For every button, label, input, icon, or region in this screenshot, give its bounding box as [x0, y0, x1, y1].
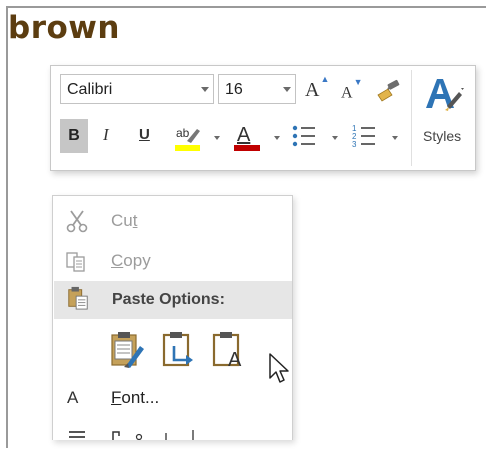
bold-button[interactable]: B	[60, 119, 88, 153]
menu-item-copy[interactable]: Copy	[53, 242, 292, 278]
font-name-value: Calibri	[67, 81, 113, 98]
context-menu: Cut Copy Paste Options: A A Font...	[52, 195, 293, 440]
svg-text:3: 3	[352, 140, 357, 149]
underline-button[interactable]: U	[139, 126, 150, 143]
styles-icon	[426, 79, 464, 111]
font-name-dropdown-icon[interactable]	[201, 87, 209, 92]
bullets-icon[interactable]	[291, 123, 317, 149]
scissors-icon	[66, 210, 88, 233]
styles-separator	[411, 70, 412, 166]
styles-label: Styles	[423, 128, 462, 144]
paragraph-label-partial	[112, 430, 194, 440]
grow-font-button[interactable]: A▲	[305, 74, 329, 102]
numbering-icon[interactable]: 1 2 3	[351, 123, 377, 149]
font-icon: A	[67, 388, 79, 407]
numbering-dropdown-icon[interactable]	[392, 136, 398, 140]
menu-item-label: Font...	[111, 388, 160, 407]
copy-icon	[66, 252, 85, 272]
menu-item-label: Copy	[111, 251, 151, 270]
menu-item-label: Cut	[111, 211, 138, 230]
svg-text:A: A	[237, 124, 251, 146]
highlight-dropdown-icon[interactable]	[214, 136, 220, 140]
svg-text:ab: ab	[176, 126, 190, 140]
paste-options-label: Paste Options:	[112, 291, 225, 308]
grow-font-icon: A	[305, 79, 320, 101]
shrink-font-button[interactable]: A▼	[341, 77, 362, 102]
shrink-font-icon: A	[341, 84, 353, 102]
styles-button[interactable]: Styles	[417, 72, 475, 166]
font-name-combobox[interactable]: Calibri	[60, 74, 214, 104]
merge-formatting-icon[interactable]	[160, 330, 198, 368]
paragraph-icon	[69, 431, 85, 438]
font-size-combobox[interactable]: 16	[218, 74, 296, 104]
svg-text:A: A	[228, 349, 242, 368]
font-color-icon[interactable]: A	[231, 121, 263, 153]
keep-source-formatting-icon[interactable]	[108, 330, 146, 368]
menu-item-paragraph-partial[interactable]	[53, 422, 292, 440]
mini-toolbar: Calibri 16 A▲ A▼ Styles B I U ab A 1 2 3	[50, 65, 476, 171]
highlight-color-icon[interactable]: ab	[173, 121, 207, 153]
paste-options-header: Paste Options:	[54, 281, 292, 319]
bullets-dropdown-icon[interactable]	[332, 136, 338, 140]
italic-button[interactable]: I	[103, 125, 109, 145]
paste-icon	[68, 286, 88, 310]
keep-text-only-icon[interactable]: A	[210, 330, 248, 368]
menu-item-font[interactable]: A Font...	[53, 379, 292, 415]
font-size-dropdown-icon[interactable]	[283, 87, 291, 92]
format-painter-icon[interactable]	[375, 78, 401, 102]
font-size-value: 16	[225, 81, 243, 98]
menu-item-cut[interactable]: Cut	[53, 202, 292, 238]
document-text-brown: brown	[8, 10, 120, 46]
mouse-pointer-icon	[269, 353, 289, 383]
font-color-dropdown-icon[interactable]	[274, 136, 280, 140]
